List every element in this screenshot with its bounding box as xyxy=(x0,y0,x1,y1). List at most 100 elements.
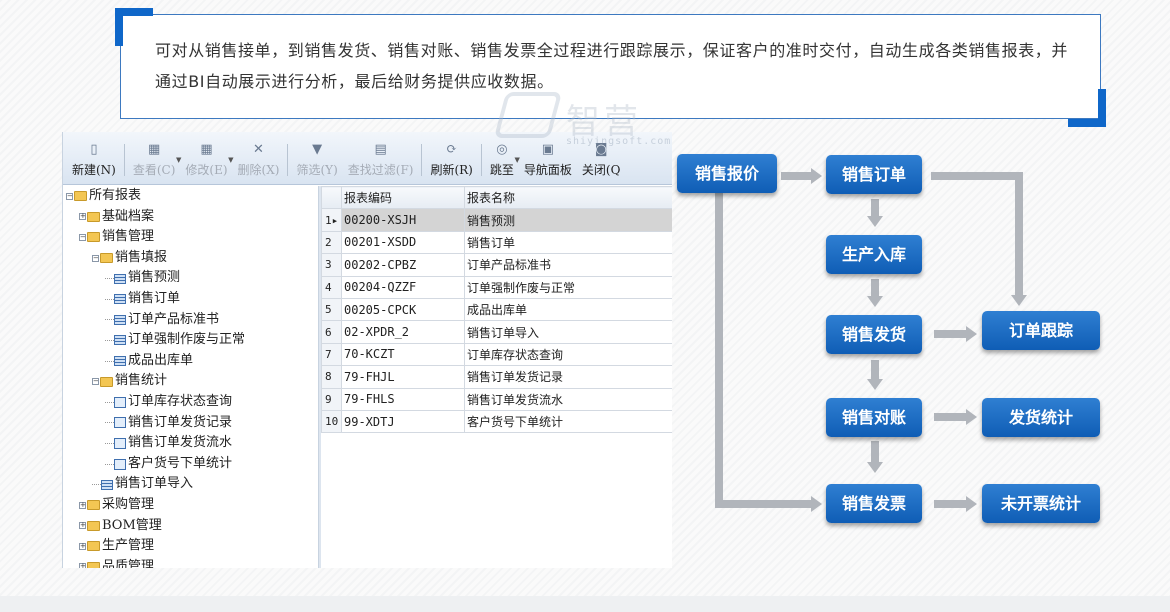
report-code-cell[interactable]: 02-XPDR_2 xyxy=(341,320,465,344)
tree-item[interactable]: 销售预测 xyxy=(63,268,318,289)
tree-item[interactable]: 销售订单 xyxy=(63,289,318,310)
report-name-cell[interactable]: 销售订单导入 xyxy=(464,320,672,344)
report-code-cell[interactable]: 00205-CPCK xyxy=(341,297,465,322)
report-name-cell[interactable]: 销售订单发货流水 xyxy=(464,387,672,411)
tree-item[interactable]: 订单库存状态查询 xyxy=(63,392,318,413)
arrow-line xyxy=(934,500,968,508)
row-number[interactable]: 8 xyxy=(321,365,342,389)
collapse-icon[interactable]: − xyxy=(92,378,99,386)
column-header-code[interactable]: 报表编码 xyxy=(341,185,465,210)
table-row[interactable]: 6 02-XPDR_2 销售订单导入 xyxy=(321,320,672,344)
report-code-cell[interactable]: 99-XDTJ xyxy=(341,409,465,434)
report-code-cell[interactable]: 00200-XSJH xyxy=(341,208,465,232)
report-code-cell[interactable]: 79-FHJL xyxy=(341,365,465,389)
flow-box-invoice: 销售发票 xyxy=(826,484,922,523)
report-icon xyxy=(114,458,126,470)
collapse-icon[interactable]: − xyxy=(79,233,86,241)
report-code-cell[interactable]: 79-FHLS xyxy=(341,387,465,411)
table-row[interactable]: 4 00204-QZZF 订单强制作废与正常 xyxy=(321,275,672,299)
table-row[interactable]: 3 00202-CPBZ 订单产品标准书 xyxy=(321,253,672,277)
tree-item[interactable]: + 基础档案 xyxy=(63,207,318,228)
toolbar-button-view[interactable]: ▦ 查看(C) ▼ xyxy=(128,134,182,178)
tree-item[interactable]: + BOM管理 xyxy=(63,516,318,537)
collapse-icon[interactable]: − xyxy=(66,192,73,200)
tree-connector xyxy=(92,484,101,486)
table-row[interactable]: 5 00205-CPCK 成品出库单 xyxy=(321,297,672,322)
row-number[interactable]: 4 xyxy=(321,275,342,299)
arrow-line xyxy=(871,441,879,463)
row-number[interactable]: 3 xyxy=(321,253,342,277)
column-header-name[interactable]: 报表名称 xyxy=(464,185,672,210)
report-name-cell[interactable]: 销售预测 xyxy=(464,208,672,232)
toolbar-separator xyxy=(123,144,125,176)
row-number[interactable]: 2 xyxy=(321,230,342,255)
report-name-cell[interactable]: 订单库存状态查询 xyxy=(464,342,672,367)
tree-item[interactable]: − 销售统计 xyxy=(63,371,318,392)
table-row[interactable]: 9 79-FHLS 销售订单发货流水 xyxy=(321,387,672,411)
toolbar-button-delete[interactable]: ✕ 删除(X) xyxy=(233,134,285,178)
table-row[interactable]: 10 99-XDTJ 客户货号下单统计 xyxy=(321,409,672,434)
report-name-cell[interactable]: 订单产品标准书 xyxy=(464,253,672,277)
tree-item-label: 销售填报 xyxy=(115,249,168,265)
report-name-cell[interactable]: 销售订单 xyxy=(464,230,672,255)
report-name-cell[interactable]: 客户货号下单统计 xyxy=(464,409,672,434)
tree-connector xyxy=(105,339,114,341)
expand-icon[interactable]: + xyxy=(79,213,86,221)
tree-item[interactable]: 销售订单发货流水 xyxy=(63,433,318,454)
toolbar-button-find-filter[interactable]: ▤ 查找过滤(F) xyxy=(343,134,419,178)
report-name-cell[interactable]: 订单强制作废与正常 xyxy=(464,275,672,299)
row-number[interactable]: 9 xyxy=(321,387,342,411)
corner-decoration-top-left xyxy=(115,8,153,46)
table-row[interactable]: 1▸ 00200-XSJH 销售预测 xyxy=(321,208,672,232)
toolbar-button-filter[interactable]: ▼ 筛选(Y) xyxy=(291,134,342,178)
toolbar-button-edit[interactable]: ▦ 修改(E) ▼ xyxy=(180,134,233,178)
tree-item[interactable]: 成品出库单 xyxy=(63,351,318,372)
tree-item[interactable]: − 销售填报 xyxy=(63,248,318,269)
tree-item-label: 客户货号下单统计 xyxy=(128,455,233,471)
report-name-cell[interactable]: 销售订单发货记录 xyxy=(464,365,672,389)
row-number[interactable]: 5 xyxy=(321,297,342,322)
table-row[interactable]: 2 00201-XSDD 销售订单 xyxy=(321,230,672,255)
table-row[interactable]: 8 79-FHJL 销售订单发货记录 xyxy=(321,365,672,389)
table-icon xyxy=(114,273,126,284)
tree-item[interactable]: 订单产品标准书 xyxy=(63,310,318,331)
expand-icon[interactable]: + xyxy=(79,563,86,568)
report-code-cell[interactable]: 00204-QZZF xyxy=(341,275,465,299)
tree-item[interactable]: 销售订单导入 xyxy=(63,474,318,495)
row-number[interactable]: 10 xyxy=(321,409,342,434)
watermark-logo-icon xyxy=(493,92,563,138)
tree-item[interactable]: 订单强制作废与正常 xyxy=(63,330,318,351)
arrow-line xyxy=(781,172,813,180)
report-name-cell[interactable]: 成品出库单 xyxy=(464,297,672,322)
toolbar-button-label: 筛选(Y) xyxy=(296,163,338,177)
row-number[interactable]: 1▸ xyxy=(321,208,342,232)
tree-item[interactable]: 销售订单发货记录 xyxy=(63,413,318,434)
collapse-icon[interactable]: − xyxy=(92,254,99,262)
tree-item[interactable]: 客户货号下单统计 xyxy=(63,454,318,475)
expand-icon[interactable]: + xyxy=(79,522,86,530)
report-code-cell[interactable]: 00201-XSDD xyxy=(341,230,465,255)
tree-item[interactable]: − 所有报表 xyxy=(63,186,318,207)
tree-item[interactable]: + 采购管理 xyxy=(63,495,318,516)
report-code-cell[interactable]: 70-KCZT xyxy=(341,342,465,367)
tree-item-label: 采购管理 xyxy=(102,496,155,512)
tree-item[interactable]: − 销售管理 xyxy=(63,227,318,248)
tree-item-label: 销售订单导入 xyxy=(115,476,194,492)
tree-item[interactable]: + 生产管理 xyxy=(63,536,318,557)
row-number[interactable]: 7 xyxy=(321,342,342,367)
expand-icon[interactable]: + xyxy=(79,501,86,509)
tree-item[interactable]: + 品质管理 xyxy=(63,557,318,568)
report-icon xyxy=(114,437,126,449)
expand-icon[interactable]: + xyxy=(79,542,86,550)
tree-item-label: BOM管理 xyxy=(102,517,162,533)
arrow-line xyxy=(715,193,723,508)
table-row[interactable]: 7 70-KCZT 订单库存状态查询 xyxy=(321,342,672,367)
arrow-line xyxy=(715,500,813,508)
toolbar-button-refresh[interactable]: ⟳ 刷新(R) xyxy=(425,134,477,178)
arrow-head xyxy=(867,462,883,473)
toolbar-button-new-doc[interactable]: ▯ 新建(N) xyxy=(67,134,121,178)
report-code-cell[interactable]: 00202-CPBZ xyxy=(341,253,465,277)
toolbar-separator xyxy=(421,144,423,176)
row-number[interactable]: 6 xyxy=(321,320,342,344)
toolbar-button-label: 刷新(R) xyxy=(430,163,473,177)
